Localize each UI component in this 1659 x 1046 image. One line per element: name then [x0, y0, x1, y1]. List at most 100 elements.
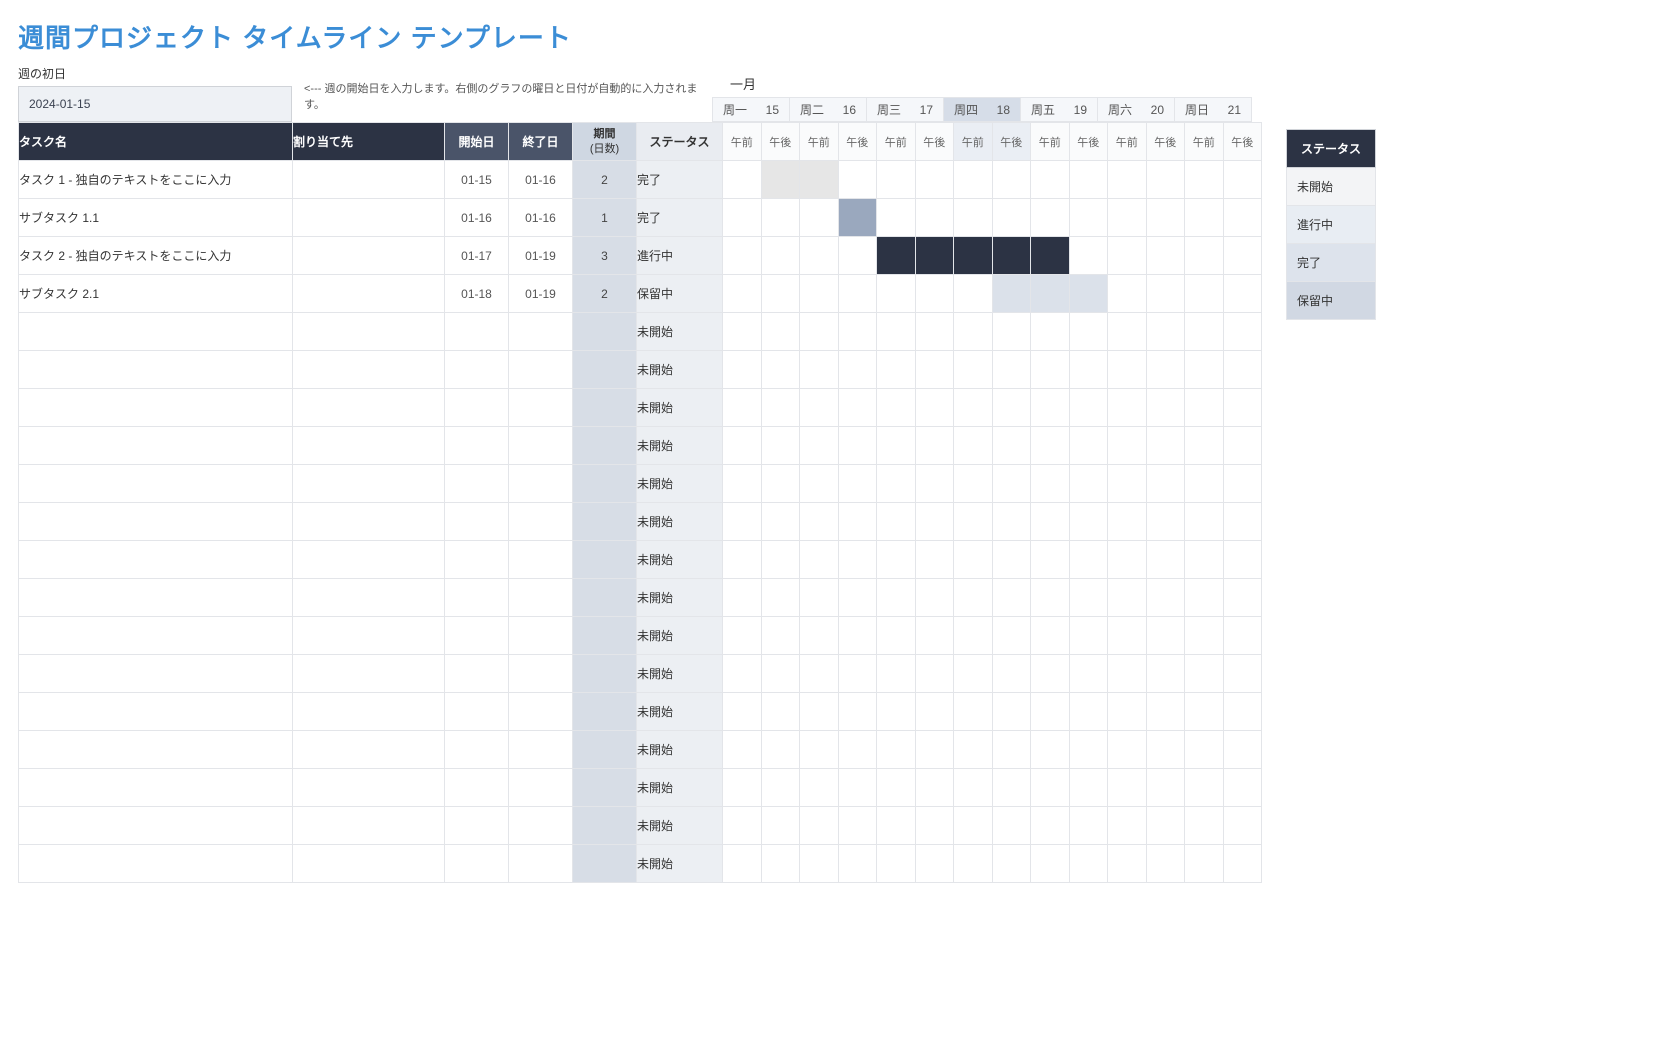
start-date-cell[interactable]	[445, 465, 509, 503]
assignee-cell[interactable]	[293, 237, 445, 275]
status-cell[interactable]: 未開始	[637, 655, 723, 693]
task-cell[interactable]	[19, 693, 293, 731]
start-date-cell[interactable]	[445, 807, 509, 845]
end-date-cell[interactable]	[509, 693, 573, 731]
end-date-cell[interactable]	[509, 389, 573, 427]
start-date-cell[interactable]	[445, 731, 509, 769]
assignee-cell[interactable]	[293, 769, 445, 807]
assignee-cell[interactable]	[293, 351, 445, 389]
task-cell[interactable]	[19, 351, 293, 389]
task-cell[interactable]: サブタスク 2.1	[19, 275, 293, 313]
week-start-input[interactable]	[18, 86, 292, 122]
status-cell[interactable]: 未開始	[637, 313, 723, 351]
status-cell[interactable]: 未開始	[637, 579, 723, 617]
start-date-cell[interactable]	[445, 541, 509, 579]
end-date-cell[interactable]	[509, 313, 573, 351]
end-date-cell[interactable]: 01-19	[509, 237, 573, 275]
task-cell[interactable]	[19, 769, 293, 807]
start-date-cell[interactable]	[445, 427, 509, 465]
status-cell[interactable]: 未開始	[637, 731, 723, 769]
status-cell[interactable]: 進行中	[637, 237, 723, 275]
end-date-cell[interactable]	[509, 465, 573, 503]
gantt-cell	[1108, 579, 1147, 617]
status-cell[interactable]: 保留中	[637, 275, 723, 313]
start-date-cell[interactable]	[445, 769, 509, 807]
gantt-cell	[761, 845, 800, 883]
task-cell[interactable]	[19, 313, 293, 351]
start-date-cell[interactable]	[445, 351, 509, 389]
task-cell[interactable]	[19, 541, 293, 579]
task-cell[interactable]	[19, 617, 293, 655]
task-cell[interactable]: タスク 2 - 独自のテキストをここに入力	[19, 237, 293, 275]
task-cell[interactable]	[19, 465, 293, 503]
assignee-cell[interactable]	[293, 693, 445, 731]
end-date-cell[interactable]	[509, 655, 573, 693]
start-date-cell[interactable]	[445, 313, 509, 351]
start-date-cell[interactable]: 01-16	[445, 199, 509, 237]
end-date-cell[interactable]: 01-16	[509, 161, 573, 199]
status-cell[interactable]: 未開始	[637, 769, 723, 807]
status-cell[interactable]: 未開始	[637, 465, 723, 503]
status-cell[interactable]: 未開始	[637, 427, 723, 465]
assignee-cell[interactable]	[293, 845, 445, 883]
status-cell[interactable]: 未開始	[637, 541, 723, 579]
task-cell[interactable]	[19, 845, 293, 883]
status-cell[interactable]: 未開始	[637, 807, 723, 845]
task-cell[interactable]	[19, 389, 293, 427]
status-cell[interactable]: 未開始	[637, 617, 723, 655]
task-cell[interactable]	[19, 427, 293, 465]
assignee-cell[interactable]	[293, 199, 445, 237]
start-date-cell[interactable]	[445, 579, 509, 617]
end-date-cell[interactable]: 01-16	[509, 199, 573, 237]
status-cell[interactable]: 未開始	[637, 693, 723, 731]
start-date-cell[interactable]	[445, 693, 509, 731]
start-date-cell[interactable]	[445, 655, 509, 693]
assignee-cell[interactable]	[293, 465, 445, 503]
assignee-cell[interactable]	[293, 807, 445, 845]
start-date-cell[interactable]: 01-17	[445, 237, 509, 275]
start-date-cell[interactable]	[445, 503, 509, 541]
end-date-cell[interactable]: 01-19	[509, 275, 573, 313]
status-cell[interactable]: 未開始	[637, 503, 723, 541]
end-date-cell[interactable]	[509, 617, 573, 655]
assignee-cell[interactable]	[293, 427, 445, 465]
assignee-cell[interactable]	[293, 503, 445, 541]
assignee-cell[interactable]	[293, 617, 445, 655]
start-date-cell[interactable]	[445, 845, 509, 883]
status-cell[interactable]: 完了	[637, 199, 723, 237]
end-date-cell[interactable]	[509, 769, 573, 807]
task-cell[interactable]	[19, 503, 293, 541]
start-date-cell[interactable]	[445, 617, 509, 655]
end-date-cell[interactable]	[509, 807, 573, 845]
assignee-cell[interactable]	[293, 731, 445, 769]
task-cell[interactable]: タスク 1 - 独自のテキストをここに入力	[19, 161, 293, 199]
end-date-cell[interactable]	[509, 541, 573, 579]
task-cell[interactable]	[19, 731, 293, 769]
assignee-cell[interactable]	[293, 313, 445, 351]
assignee-cell[interactable]	[293, 275, 445, 313]
assignee-cell[interactable]	[293, 161, 445, 199]
assignee-cell[interactable]	[293, 389, 445, 427]
task-cell[interactable]: サブタスク 1.1	[19, 199, 293, 237]
task-cell[interactable]	[19, 579, 293, 617]
end-date-cell[interactable]	[509, 351, 573, 389]
end-date-cell[interactable]	[509, 427, 573, 465]
end-date-cell[interactable]	[509, 503, 573, 541]
start-date-cell[interactable]	[445, 389, 509, 427]
assignee-cell[interactable]	[293, 655, 445, 693]
end-date-cell[interactable]	[509, 579, 573, 617]
end-date-cell[interactable]	[509, 731, 573, 769]
status-cell[interactable]: 未開始	[637, 845, 723, 883]
gantt-cell	[761, 199, 800, 237]
status-cell[interactable]: 完了	[637, 161, 723, 199]
task-cell[interactable]	[19, 655, 293, 693]
start-date-cell[interactable]: 01-18	[445, 275, 509, 313]
status-cell[interactable]: 未開始	[637, 351, 723, 389]
start-date-cell[interactable]: 01-15	[445, 161, 509, 199]
end-date-cell[interactable]	[509, 845, 573, 883]
task-cell[interactable]	[19, 807, 293, 845]
gantt-cell	[877, 161, 916, 199]
assignee-cell[interactable]	[293, 579, 445, 617]
assignee-cell[interactable]	[293, 541, 445, 579]
status-cell[interactable]: 未開始	[637, 389, 723, 427]
